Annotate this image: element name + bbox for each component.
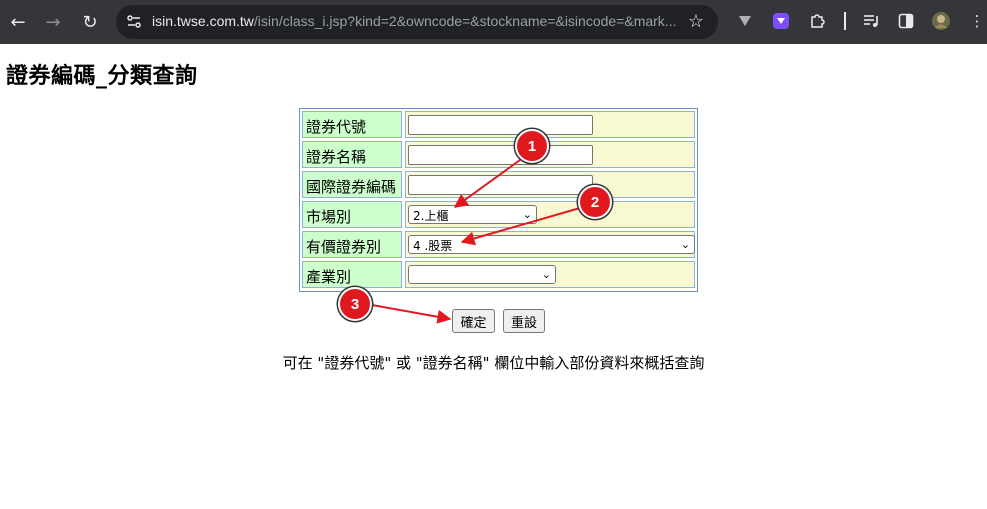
row-security-code: 證券代號 bbox=[302, 111, 695, 138]
market-select[interactable]: 2.上櫃 ⌄ bbox=[408, 205, 537, 224]
row-security-type: 有價證券別 4 .股票 ⌄ bbox=[302, 231, 695, 258]
security-type-select-value: 4 .股票 bbox=[413, 239, 453, 253]
page-title: 證券編碼_分類查詢 bbox=[6, 64, 198, 89]
arrow-3 bbox=[371, 304, 452, 324]
submit-button[interactable]: 確定 bbox=[452, 309, 495, 333]
row-industry: 產業別 ⌄ bbox=[302, 261, 695, 288]
isin-code-input[interactable] bbox=[408, 175, 593, 195]
bookmark-star-icon[interactable]: ☆ bbox=[688, 11, 704, 32]
reset-button[interactable]: 重設 bbox=[503, 309, 545, 333]
annotation-marker-3: 3 bbox=[338, 287, 372, 321]
menu-kebab-icon[interactable]: ⋮ bbox=[966, 10, 987, 32]
industry-select[interactable]: ⌄ bbox=[408, 265, 556, 284]
chevron-down-icon: ⌄ bbox=[541, 268, 551, 281]
browser-toolbar: ← → ↻ isin.twse.com.tw/isin/class_i.jsp?… bbox=[0, 0, 987, 44]
reload-icon[interactable]: ↻ bbox=[76, 8, 104, 36]
security-name-label: 證券名稱 bbox=[302, 141, 402, 168]
market-label: 市場別 bbox=[302, 201, 402, 228]
isin-code-cell bbox=[405, 171, 695, 198]
chevron-down-icon: ⌄ bbox=[522, 208, 532, 221]
security-type-label: 有價證券別 bbox=[302, 231, 402, 258]
url-text: isin.twse.com.tw/isin/class_i.jsp?kind=2… bbox=[152, 13, 682, 29]
extensions-puzzle-icon[interactable] bbox=[806, 10, 828, 32]
security-name-input[interactable] bbox=[408, 145, 593, 165]
row-isin-code: 國際證券編碼 bbox=[302, 171, 695, 198]
side-panel-icon[interactable] bbox=[895, 10, 917, 32]
annotation-marker-2: 2 bbox=[578, 185, 612, 219]
extension-v-icon[interactable] bbox=[734, 10, 756, 32]
chevron-down-icon: ⌄ bbox=[680, 238, 690, 251]
isin-code-label: 國際證券編碼 bbox=[302, 171, 402, 198]
security-code-input[interactable] bbox=[408, 115, 593, 135]
annotation-marker-1: 1 bbox=[515, 129, 549, 163]
industry-cell: ⌄ bbox=[405, 261, 695, 288]
forward-icon[interactable]: → bbox=[39, 8, 67, 36]
address-bar[interactable]: isin.twse.com.tw/isin/class_i.jsp?kind=2… bbox=[116, 5, 718, 39]
back-icon[interactable]: ← bbox=[4, 8, 32, 36]
url-path: /isin/class_i.jsp?kind=2&owncode=&stockn… bbox=[253, 13, 677, 29]
search-hint-text: 可在 "證券代號" 或 "證券名稱" 欄位中輸入部份資料來概括查詢 bbox=[282, 354, 705, 372]
market-select-value: 2.上櫃 bbox=[413, 209, 449, 223]
market-cell: 2.上櫃 ⌄ bbox=[405, 201, 695, 228]
query-form-table: 證券代號 證券名稱 國際證券編碼 市場別 2.上櫃 ⌄ 有價證券別 4 .股票 … bbox=[299, 108, 698, 292]
security-type-select[interactable]: 4 .股票 ⌄ bbox=[408, 235, 695, 254]
security-code-cell bbox=[405, 111, 695, 138]
media-queue-icon[interactable] bbox=[860, 10, 882, 32]
row-market: 市場別 2.上櫃 ⌄ bbox=[302, 201, 695, 228]
url-host: isin.twse.com.tw bbox=[152, 13, 254, 29]
site-info-icon[interactable] bbox=[126, 14, 142, 30]
toolbar-divider bbox=[844, 12, 846, 30]
industry-label: 產業別 bbox=[302, 261, 402, 288]
row-security-name: 證券名稱 bbox=[302, 141, 695, 168]
security-code-label: 證券代號 bbox=[302, 111, 402, 138]
security-name-cell bbox=[405, 141, 695, 168]
profile-avatar[interactable] bbox=[930, 10, 952, 32]
extension-purple-icon[interactable] bbox=[770, 10, 792, 32]
security-type-cell: 4 .股票 ⌄ bbox=[405, 231, 695, 258]
